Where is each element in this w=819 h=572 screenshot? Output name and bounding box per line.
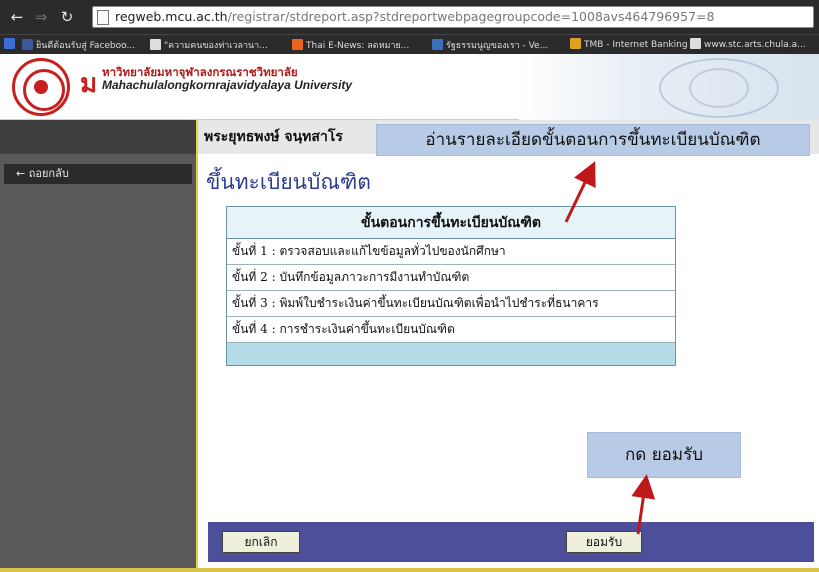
main-content: พระยุทธพงษ์ จนฺทสาโร ขึ้นทะเบียนบัณฑิต ข… (198, 120, 819, 572)
page-icon (97, 10, 109, 25)
step-row-1[interactable]: ขั้นที่ 1 : ตรวจสอบและแก้ไขข้อมูลทั่วไปข… (227, 239, 675, 265)
bookmark-label: Thai E-News: ลดหมาย... (306, 41, 410, 51)
steps-table-title: ขั้นตอนการขึ้นทะเบียนบัณฑิต (227, 207, 675, 239)
steps-table: ขั้นตอนการขึ้นทะเบียนบัณฑิต ขั้นที่ 1 : … (226, 206, 676, 366)
tmb-icon (570, 38, 581, 49)
back-arrow-icon[interactable]: ← (8, 8, 26, 26)
back-button[interactable]: ← ถอยกลับ (4, 164, 192, 184)
bookmark-6[interactable]: www.stc.arts.chula.a... (690, 38, 806, 50)
page-icon (150, 39, 161, 50)
university-seal-logo (12, 58, 70, 116)
blogger-icon (292, 39, 303, 50)
cancel-button[interactable]: ยกเลิก (222, 531, 300, 553)
bookmark-5[interactable]: TMB - Internet Banking (570, 38, 688, 50)
bookmark-label: รัฐธรรมนูญของเรา - Ve... (446, 41, 549, 51)
url-path: /registrar/stdreport.asp?stdreportwebpag… (227, 9, 715, 24)
address-bar[interactable]: regweb.mcu.ac.th/registrar/stdreport.asp… (92, 6, 814, 28)
step-row-3[interactable]: ขั้นที่ 3 : พิมพ์ใบชำระเงินค่าขึ้นทะเบีย… (227, 291, 675, 317)
browser-toolbar: ← ⇒ ↻ regweb.mcu.ac.th/registrar/stdrepo… (0, 0, 819, 34)
facebook-icon (22, 39, 33, 50)
sidebar-header-strip (0, 120, 196, 154)
document-icon (432, 39, 443, 50)
bookmark-label: ยินดีต้อนรับสู่ Faceboo... (36, 41, 136, 51)
bookmark-4[interactable]: รัฐธรรมนูญของเรา - Ve... (432, 38, 548, 52)
reload-icon[interactable]: ↻ (58, 8, 76, 26)
bookmark-label: www.stc.arts.chula.a... (704, 40, 806, 50)
bookmark-2[interactable]: "ความคนของท่าเวลานา... (150, 38, 268, 52)
emblem-watermark-inner (689, 68, 749, 108)
bookmark-label: TMB - Internet Banking (584, 40, 688, 50)
forward-arrow-icon[interactable]: ⇒ (32, 8, 50, 26)
left-sidebar: ← ถอยกลับ (0, 120, 196, 572)
step-row-4[interactable]: ขั้นที่ 4 : การชำระเงินค่าขึ้นทะเบียนบัณ… (227, 317, 675, 343)
annotation-press-accept: กด ยอมรับ (587, 432, 741, 478)
logo-mark: ม (80, 69, 98, 99)
annotation-read-steps: อ่านรายละเอียดขั้นตอนการขึ้นทะเบียนบัณฑิ… (376, 124, 810, 156)
url-host: regweb.mcu.ac.th (115, 9, 228, 24)
url-text: regweb.mcu.ac.th/registrar/stdreport.asp… (115, 9, 714, 24)
page-title: ขึ้นทะเบียนบัณฑิต (206, 170, 371, 194)
student-name: พระยุทธพงษ์ จนฺทสาโร (204, 129, 343, 145)
page-bottom-border (0, 568, 819, 572)
bookmark-label: "ความคนของท่าเวลานา... (164, 41, 268, 51)
bookmark-apps[interactable] (4, 38, 18, 50)
site-banner: ม หาวิทยาลัยมหาจุฬาลงกรณราชวิทยาลัย Maha… (0, 54, 819, 120)
bookmark-1[interactable]: ยินดีต้อนรับสู่ Faceboo... (22, 38, 135, 52)
action-bar: ยกเลิก ยอมรับ (208, 522, 814, 562)
university-name-english: Mahachulalongkornrajavidyalaya Universit… (102, 78, 353, 92)
step-row-2[interactable]: ขั้นที่ 2 : บันทึกข้อมูลภาวะการมีงานทำบั… (227, 265, 675, 291)
page-icon (690, 38, 701, 49)
accept-button[interactable]: ยอมรับ (566, 531, 642, 553)
bookmark-3[interactable]: Thai E-News: ลดหมาย... (292, 38, 409, 52)
steps-table-footer (227, 343, 675, 365)
apps-icon (4, 38, 15, 49)
bookmarks-bar: ยินดีต้อนรับสู่ Faceboo... "ความคนของท่า… (0, 34, 819, 54)
